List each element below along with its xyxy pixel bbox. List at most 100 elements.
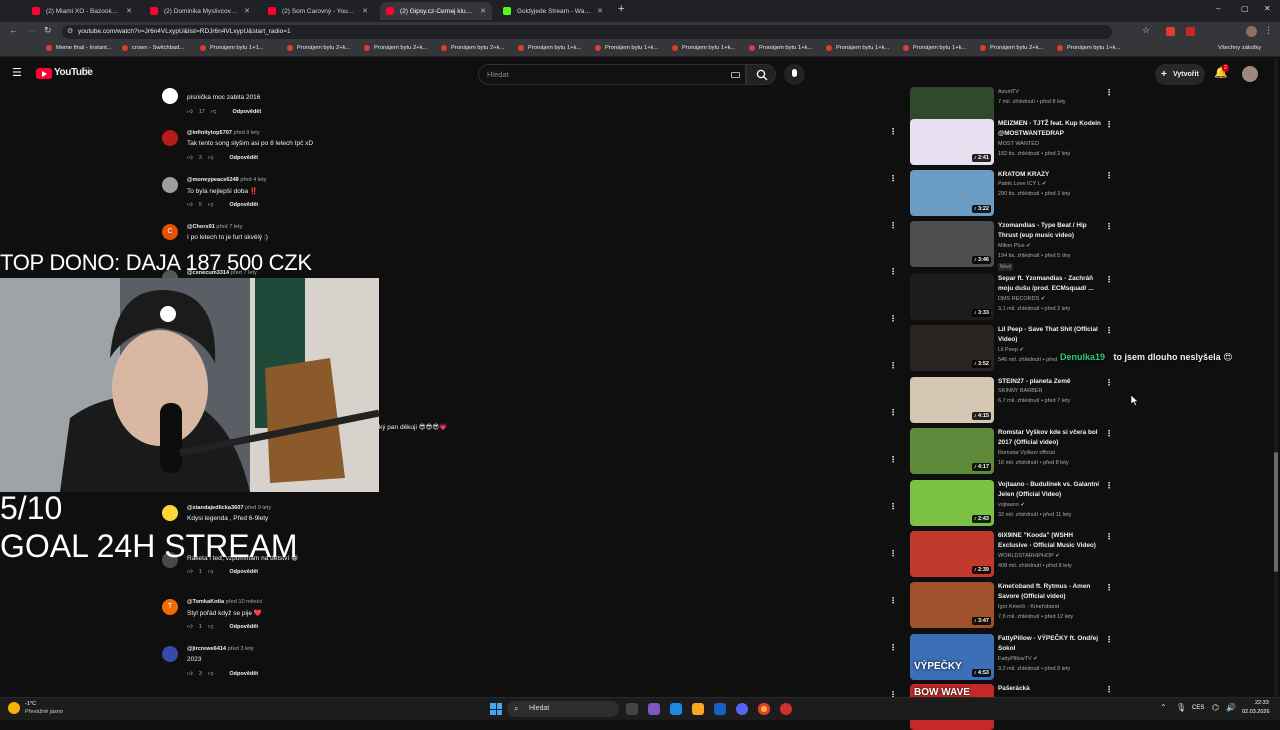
close-tab-icon[interactable]: ✕ [126, 7, 132, 15]
video-menu-icon[interactable]: ⋮ [1105, 171, 1113, 180]
video-channel[interactable]: FattyPillowTV ✔︎ [998, 656, 1038, 662]
comment-menu-icon[interactable]: ⋮ [889, 549, 897, 558]
app-icon[interactable] [780, 703, 792, 715]
video-title[interactable]: Separ ft. Yzomandias - Zachráň moju dušu… [998, 274, 1102, 293]
extension-icon[interactable] [1186, 27, 1195, 36]
video-title[interactable]: MEIZMEN - TJTŽ feat. Kup Kodein @MOSTWAN… [998, 119, 1102, 138]
video-menu-icon[interactable]: ⋮ [1105, 326, 1113, 335]
related-video[interactable]: ♪ 2:39 6IX9INE "Kooda" (WSHH Exclusive - … [910, 531, 1120, 577]
close-tab-icon[interactable]: ✕ [244, 7, 250, 15]
bookmark-item[interactable]: crown - Switchbad... [122, 45, 184, 51]
comment-menu-icon[interactable]: ⋮ [889, 502, 897, 511]
comment-menu-icon[interactable]: ⋮ [889, 127, 897, 136]
related-video[interactable]: ♪ 3:22 KRATOM KRAZY Patrik Love ICY L ✔︎ 29… [910, 170, 1120, 216]
video-title[interactable]: Romstar Vyškov kde si včera bol 2017 (Of… [998, 428, 1102, 447]
video-channel[interactable]: DMS RECORDS ✔︎ [998, 296, 1045, 302]
youtube-logo-icon[interactable] [36, 68, 52, 79]
comment-time[interactable]: před 3 lety [228, 646, 254, 652]
like-icon[interactable]: 👍︎ [187, 569, 193, 575]
video-menu-icon[interactable]: ⋮ [1105, 532, 1113, 541]
close-tab-icon[interactable]: ✕ [480, 7, 486, 15]
video-channel[interactable]: MOST WANTED [998, 141, 1039, 147]
video-menu-icon[interactable]: ⋮ [1105, 583, 1113, 592]
video-menu-icon[interactable]: ⋮ [1105, 429, 1113, 438]
close-tab-icon[interactable]: ✕ [362, 7, 368, 15]
video-thumbnail[interactable]: ♪ 2:43 [910, 480, 994, 526]
video-title[interactable]: Yzomandias - Type Beat / Hip Thrust (eup… [998, 221, 1102, 240]
video-menu-icon[interactable]: ⋮ [1105, 378, 1113, 387]
video-thumbnail[interactable]: ♪ 2:39 [910, 531, 994, 577]
reply-button[interactable]: Odpovědět [229, 671, 258, 677]
comment-menu-icon[interactable]: ⋮ [889, 267, 897, 276]
profile-avatar[interactable] [1246, 26, 1257, 37]
bookmark-item[interactable]: Pronájem bytu 1+k... [672, 45, 735, 51]
hamburger-menu-icon[interactable]: ☰ [12, 66, 22, 79]
video-thumbnail[interactable]: ♪ 3:47 [910, 582, 994, 628]
video-channel[interactable]: Milion Plus ✔︎ [998, 243, 1031, 249]
bookmark-item[interactable]: Pronájem bytu 1+k... [749, 45, 812, 51]
related-video[interactable]: ♪ 2:41 MEIZMEN - TJTŽ feat. Kup Kodein @M… [910, 119, 1120, 165]
bookmark-item[interactable]: Meme final - Instant... [46, 45, 112, 51]
related-video[interactable]: ♪ 2:43 Vojtaano - Budulínek vs. Galantní … [910, 480, 1120, 526]
video-menu-icon[interactable]: ⋮ [1105, 481, 1113, 490]
dislike-icon[interactable]: 👎︎ [208, 671, 214, 677]
reply-button[interactable]: Odpovědět [229, 569, 258, 575]
back-icon[interactable]: ← [9, 25, 18, 35]
reload-icon[interactable]: ↻ [44, 25, 52, 36]
browser-tab[interactable]: (2) Miami XO - Bazooka [p.slow ✕ [26, 2, 138, 20]
windows-start-icon[interactable] [490, 703, 502, 715]
like-icon[interactable]: 👍︎ [187, 155, 193, 161]
video-thumbnail[interactable]: ♪ 3:46 [910, 221, 994, 267]
reply-button[interactable]: Odpovědět [232, 109, 261, 115]
clock-date[interactable]: 02.03.2026 [1242, 709, 1270, 715]
video-title[interactable]: Lil Peep - Save That Shit (Official Vide… [998, 325, 1102, 344]
minimize-icon[interactable]: – [1216, 4, 1220, 13]
extension-icon[interactable] [1166, 27, 1175, 36]
task-view-icon[interactable] [626, 703, 638, 715]
bookmark-item[interactable]: Pronájem bytu 2+k... [441, 45, 504, 51]
taskbar-search[interactable]: ⌕ Hledat [507, 701, 619, 717]
comment-avatar[interactable] [162, 646, 178, 662]
all-bookmarks-button[interactable]: Všechny záložky [1218, 45, 1261, 51]
dislike-icon[interactable]: 👎︎ [211, 109, 217, 115]
microphone-icon[interactable]: 🎙 [1176, 703, 1186, 712]
like-icon[interactable]: 👍︎ [187, 671, 193, 677]
comment-time[interactable]: před 9 lety [245, 505, 271, 511]
comment-menu-icon[interactable]: ⋮ [889, 174, 897, 183]
related-video[interactable]: ♪ 3:46 Yzomandias - Type Beat / Hip Thrus… [910, 221, 1120, 271]
video-menu-icon[interactable]: ⋮ [1105, 275, 1113, 284]
video-title[interactable]: Pašeráckà [998, 684, 1102, 694]
related-video[interactable]: VÝPEČKY ♪ 4:53 FattyPillow - VÝPEČKY ft. O… [910, 634, 1120, 680]
comment-avatar[interactable]: C [162, 224, 178, 240]
close-tab-icon[interactable]: ✕ [597, 7, 603, 15]
video-title[interactable]: FattyPillow - VÝPEČKY ft. Ondřej Sokol [998, 634, 1102, 653]
video-menu-icon[interactable]: ⋮ [1105, 120, 1113, 129]
video-channel[interactable]: Romstar Vyškov official [998, 450, 1055, 456]
browser-tab[interactable]: (2) Dominika Myslivcová - Pinl ✕ [144, 2, 256, 20]
dislike-icon[interactable]: 👎︎ [208, 155, 214, 161]
comment-avatar[interactable] [162, 88, 178, 104]
video-menu-icon[interactable]: ⋮ [1105, 222, 1113, 231]
voice-search-button[interactable] [784, 64, 805, 85]
teams-icon[interactable] [648, 703, 660, 715]
comment-avatar[interactable] [162, 177, 178, 193]
video-thumbnail[interactable]: ♪ 2:41 [910, 119, 994, 165]
comment-menu-icon[interactable]: ⋮ [889, 455, 897, 464]
account-avatar[interactable] [1242, 66, 1258, 82]
video-title[interactable]: Vojtaano - Budulínek vs. Galantní Jelen … [998, 480, 1102, 499]
video-thumbnail[interactable]: ♪ 3:22 [910, 170, 994, 216]
bookmark-item[interactable]: Pronájem bytu 2+k... [364, 45, 427, 51]
comment-menu-icon[interactable]: ⋮ [889, 314, 897, 323]
keyboard-icon[interactable] [731, 72, 740, 78]
comment-author[interactable]: @TomkaKotla [187, 599, 224, 605]
browser-tab[interactable]: (2) Som Čarovný - YouTube ✕ [262, 2, 374, 20]
site-info-icon[interactable]: ⚙ [67, 27, 73, 35]
browser-tab[interactable]: Goldyjede Stream - Watch Live ✕ [497, 2, 609, 20]
network-icon[interactable]: ⌬ [1212, 703, 1219, 712]
video-thumbnail[interactable]: VÝPEČKY ♪ 4:53 [910, 634, 994, 680]
app-icon[interactable] [670, 703, 682, 715]
page-scrollbar-track[interactable] [1274, 58, 1278, 697]
chrome-icon[interactable] [758, 703, 770, 715]
related-video[interactable]: ♪ 3:47 Kmeťoband ft. Rytmus - Amen Savore… [910, 582, 1120, 628]
video-channel[interactable]: Lil Peep ✔︎ [998, 347, 1024, 353]
